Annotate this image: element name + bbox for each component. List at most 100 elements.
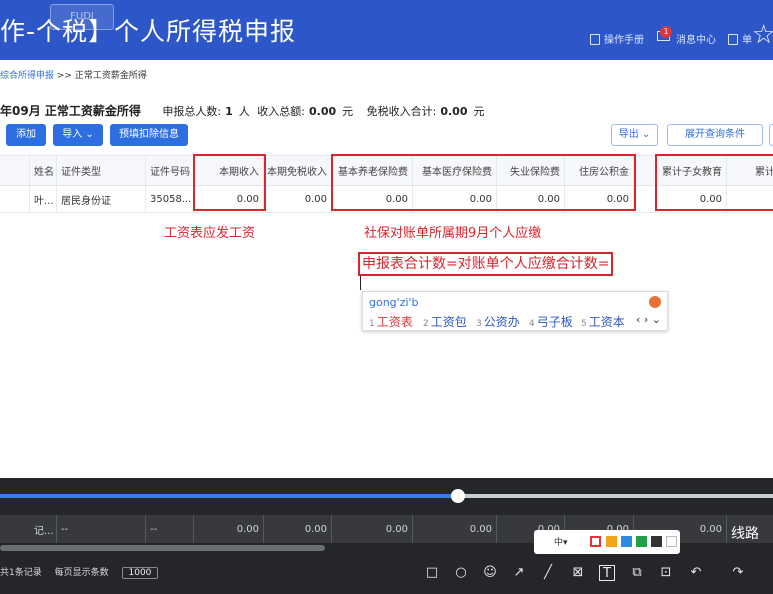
exempt-label: 免税收入合计: <box>366 105 437 118</box>
more-button[interactable] <box>769 124 773 146</box>
user-icon <box>728 34 738 45</box>
cell-unemployment-insurance: 0.00 <box>497 186 565 212</box>
ime-candidate[interactable]: 2 工资包 <box>423 313 467 330</box>
screen-recording-frame: 作-个税】个人所得税申报 FUDI 操作手册 1 消息中心 单 ☆ 综合所得申报… <box>0 0 773 594</box>
prefill-deduction-button[interactable]: 预填扣除信息 <box>110 124 188 146</box>
gap-column <box>634 156 656 185</box>
mosaic-tool-icon[interactable]: ⊠ <box>570 565 586 581</box>
undo-icon[interactable]: ↶ <box>688 565 704 581</box>
income-label: 收入总额: <box>257 105 305 118</box>
ime-candidate[interactable]: 1 工资表 <box>369 313 413 330</box>
manual-link[interactable]: 操作手册 <box>590 31 644 46</box>
cell-id-number: 35058... <box>146 186 194 212</box>
page-title: 作-个税】个人所得税申报 <box>0 17 297 46</box>
cell-name: 叶... <box>30 186 57 212</box>
header-tax-exempt-income: 本期免税收入 <box>264 156 332 185</box>
cell-cumulative <box>727 186 773 212</box>
video-watermark: FUDI <box>50 4 114 30</box>
user-menu-label: 单 <box>742 35 752 46</box>
message-badge: 1 <box>660 26 672 38</box>
header-current-income: 本期收入 <box>194 156 264 185</box>
import-dropdown[interactable]: 导入 ⌄ <box>53 124 103 146</box>
declaration-summary: 年09月 正常工资薪金所得 申报总人数: 1 人 收入总额: 0.00 元 免税收入合计… <box>0 102 488 119</box>
income-table: 姓名 证件类型 证件号码 本期收入 本期免税收入 基本养老保险费 基本医疗保险费… <box>0 155 773 213</box>
app-header: 作-个税】个人所得税申报 FUDI 操作手册 1 消息中心 单 ☆ <box>0 0 773 60</box>
gap-cell <box>634 186 656 212</box>
arrow-tool-icon[interactable]: ↗ <box>511 565 527 581</box>
capture-tool-icon[interactable]: ⊡ <box>658 565 674 581</box>
row-select[interactable] <box>0 186 30 212</box>
emoji-tool-icon[interactable]: ☺ <box>482 565 498 581</box>
header-pension-insurance: 基本养老保险费 <box>332 156 413 185</box>
cell-medical-insurance: 0.00 <box>413 186 497 212</box>
horizontal-scrollbar[interactable] <box>0 545 325 551</box>
count-unit: 人 <box>238 105 250 118</box>
total-cell: -- <box>146 515 194 543</box>
period-title: 年09月 正常工资薪金所得 <box>0 104 141 118</box>
redo-icon[interactable]: ↷ <box>730 565 746 581</box>
line-tool-icon[interactable]: ╱ <box>540 565 556 581</box>
ime-candidate[interactable]: 4 弓子板 <box>529 313 573 330</box>
ime-language-toggle[interactable]: 中▾ <box>554 535 568 548</box>
video-progress-knob[interactable] <box>451 489 465 503</box>
import-label: 导入 <box>62 129 83 140</box>
select-column <box>0 156 30 185</box>
cell-id-type: 居民身份证 <box>57 186 146 212</box>
exempt-value: 0.00 <box>440 105 468 118</box>
total-cell: 记... <box>30 515 57 543</box>
color-swatch-white[interactable] <box>666 536 677 547</box>
total-cell: -- <box>57 515 146 543</box>
color-swatch-orange[interactable] <box>606 536 617 547</box>
user-menu[interactable]: 单 <box>728 31 752 46</box>
ime-page-nav[interactable]: ‹ › ⌄ <box>636 313 661 326</box>
document-icon <box>590 34 600 45</box>
breadcrumb-current: 正常工资薪金所得 <box>74 71 147 81</box>
header-housing-fund: 住房公积金 <box>565 156 634 185</box>
ellipse-tool-icon[interactable]: ○ <box>453 565 469 581</box>
text-caret <box>360 276 361 290</box>
ime-candidate[interactable]: 3 公资办 <box>476 313 520 330</box>
header-cumulative: 累计 <box>755 167 773 178</box>
ime-logo-icon <box>649 296 661 308</box>
text-tool-icon[interactable]: T <box>599 565 615 581</box>
export-dropdown[interactable]: 导出 ⌄ <box>611 124 658 146</box>
count-label: 申报总人数: <box>162 105 222 118</box>
breadcrumb-parent[interactable]: 综合所得申报 <box>0 71 54 81</box>
color-swatch-black[interactable] <box>651 536 662 547</box>
total-cell: 0.00 <box>194 515 264 543</box>
per-page-label: 每页显示条数 <box>54 568 109 578</box>
pagination: 共1条记录 每页显示条数 1000 <box>0 565 159 579</box>
ime-candidate[interactable]: 5 工资本 <box>581 313 625 330</box>
header-child-education: 累计子女教育 <box>656 156 727 185</box>
chevron-down-icon: ⌄ <box>85 129 94 140</box>
breadcrumb-separator: >> <box>56 71 72 81</box>
ime-candidate-window[interactable]: gong'zi'b 1 工资表 2 工资包 3 公资办 4 弓子板 5 工资本 ‹ › ⌄ <box>362 291 668 331</box>
messages-link[interactable]: 消息中心 <box>676 31 716 46</box>
video-progress-fill <box>0 494 458 498</box>
copy-tool-icon[interactable]: ⧉ <box>629 565 645 581</box>
add-button[interactable]: 添加 <box>6 124 46 146</box>
total-records: 共1条记录 <box>0 568 42 578</box>
table-header: 姓名 证件类型 证件号码 本期收入 本期免税收入 基本养老保险费 基本医疗保险费… <box>0 155 773 186</box>
per-page-select[interactable]: 1000 <box>121 567 159 579</box>
total-cell: 0.00 <box>264 515 332 543</box>
total-cell: 0.00 <box>332 515 413 543</box>
color-swatch-blue[interactable] <box>621 536 632 547</box>
table-row[interactable]: 叶... 居民身份证 35058... 0.00 0.00 0.00 0.00 … <box>0 186 773 213</box>
header-unemployment-insurance: 失业保险费 <box>497 156 565 185</box>
color-swatch-green[interactable] <box>636 536 647 547</box>
annotation-salary: 工资表应发工资 <box>164 226 256 241</box>
header-id-type: 证件类型 <box>57 156 146 185</box>
cell-current-income: 0.00 <box>194 186 264 212</box>
annotation-formula-box[interactable]: 申报表合计数=对账单个人应缴合计数= <box>358 252 614 276</box>
chevron-down-icon: ⌄ <box>641 129 651 140</box>
income-value: 0.00 <box>308 105 337 118</box>
ime-pinyin: gong'zi'b <box>369 296 419 309</box>
expand-query-button[interactable]: 展开查询条件 <box>667 124 763 146</box>
rectangle-tool-icon[interactable]: □ <box>424 565 440 581</box>
favorite-star-icon[interactable]: ☆ <box>752 20 773 50</box>
color-swatch-red[interactable] <box>590 536 601 547</box>
breadcrumb: 综合所得申报 >> 正常工资薪金所得 <box>0 68 147 81</box>
line-select-label[interactable]: 线路 <box>731 523 759 543</box>
header-name: 姓名 <box>30 156 57 185</box>
